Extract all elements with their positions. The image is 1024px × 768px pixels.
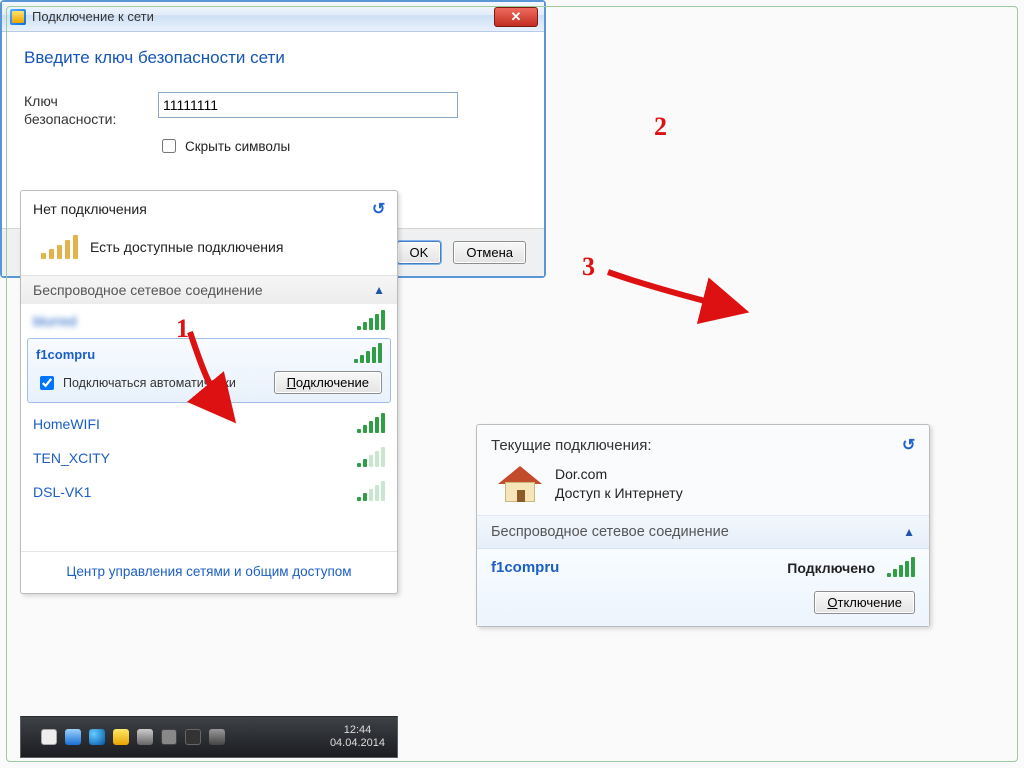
- network-item[interactable]: HomeWIFI: [21, 407, 397, 441]
- header-no-connection: Нет подключения: [33, 201, 147, 217]
- network-item-blurred[interactable]: blurred: [21, 304, 397, 338]
- signal-icon: [39, 233, 80, 261]
- current-header-row: Текущие подключения: ↻: [477, 425, 929, 461]
- annotation-2: 2: [654, 112, 667, 142]
- refresh-icon[interactable]: ↻: [372, 199, 385, 219]
- action-center-icon[interactable]: [65, 729, 81, 745]
- connected-network-name: f1compru: [491, 559, 559, 576]
- auto-connect-label: Подключаться автоматически: [63, 376, 236, 390]
- current-wireless-section[interactable]: Беспроводное сетевое соединение ▲: [477, 515, 929, 548]
- network-item-selected[interactable]: f1compru Подключаться автоматически Подк…: [27, 338, 391, 403]
- selected-network-name: f1compru: [36, 347, 95, 362]
- auto-connect-checkbox[interactable]: [40, 376, 54, 390]
- available-connections-row: Есть доступные подключения: [21, 227, 397, 275]
- hide-chars-label: Скрыть символы: [185, 139, 290, 154]
- signal-bars-icon: [357, 483, 385, 501]
- tray-expand-icon[interactable]: [41, 729, 57, 745]
- available-connections-label: Есть доступные подключения: [90, 239, 283, 255]
- annotation-1: 1: [176, 314, 189, 344]
- current-wireless-label: Беспроводное сетевое соединение: [491, 524, 729, 540]
- refresh-icon[interactable]: ↻: [902, 435, 915, 455]
- taskbar-date: 04.04.2014: [330, 737, 385, 750]
- network-center-link[interactable]: Центр управления сетями и общим доступом: [66, 564, 351, 579]
- security-key-input[interactable]: [158, 92, 458, 118]
- shield-icon: [10, 9, 26, 25]
- current-connections-flyout: Текущие подключения: ↻ Dor.com Доступ к …: [476, 424, 930, 627]
- signal-bars-icon: [887, 559, 915, 577]
- signal-bars-icon: [357, 312, 385, 330]
- signal-bars-icon: [357, 449, 385, 467]
- network-name: DSL-VK1: [33, 484, 91, 500]
- power-icon[interactable]: [137, 729, 153, 745]
- key-label: Ключ безопасности:: [24, 92, 144, 128]
- network-center-link-row: Центр управления сетями и общим доступом: [21, 551, 397, 593]
- network-name: TEN_XCITY: [33, 450, 110, 466]
- dialog-heading: Введите ключ безопасности сети: [24, 48, 522, 68]
- taskbar-clock[interactable]: 12:44 04.04.2014: [330, 724, 385, 750]
- hide-chars-checkbox[interactable]: [162, 139, 176, 153]
- current-network-row: Dor.com Доступ к Интернету: [477, 461, 929, 515]
- current-network-name: Dor.com: [555, 465, 683, 484]
- annotation-3: 3: [582, 252, 595, 282]
- dialog-titlebar[interactable]: Подключение к сети ✕: [2, 2, 544, 32]
- signal-bars-icon: [357, 415, 385, 433]
- auto-connect-checkbox-row[interactable]: Подключаться автоматически: [36, 373, 236, 393]
- volume-icon[interactable]: [209, 729, 225, 745]
- close-button[interactable]: ✕: [494, 7, 538, 27]
- dialog-title: Подключение к сети: [32, 9, 154, 24]
- taskbar: 12:44 04.04.2014: [20, 716, 398, 758]
- chevron-up-icon: ▲: [373, 283, 385, 297]
- chevron-up-icon: ▲: [903, 525, 915, 539]
- connected-network-status: Подключено: [787, 560, 875, 576]
- system-tray: [41, 729, 225, 745]
- current-network-status: Доступ к Интернету: [555, 484, 683, 503]
- signal-bars-icon: [354, 345, 382, 363]
- key-field-row: Ключ безопасности:: [24, 92, 522, 128]
- network-name-hidden: blurred: [33, 313, 77, 329]
- annotation-arrow-3: [590, 252, 760, 332]
- globe-icon[interactable]: [89, 729, 105, 745]
- home-network-icon: [499, 466, 541, 502]
- star-icon[interactable]: [113, 729, 129, 745]
- ok-button[interactable]: OK: [397, 241, 442, 264]
- hide-chars-row[interactable]: Скрыть символы: [158, 136, 522, 156]
- network-tray-icon[interactable]: [185, 729, 201, 745]
- disconnect-button[interactable]: Отключение: [814, 591, 915, 614]
- battery-icon[interactable]: [161, 729, 177, 745]
- network-name: HomeWIFI: [33, 416, 100, 432]
- close-icon: ✕: [511, 9, 522, 25]
- network-item[interactable]: DSL-VK1: [21, 475, 397, 509]
- taskbar-time: 12:44: [330, 724, 385, 737]
- connect-button[interactable]: Подключение: [274, 371, 382, 394]
- wireless-section-header[interactable]: Беспроводное сетевое соединение ▲: [21, 275, 397, 304]
- network-item[interactable]: TEN_XCITY: [21, 441, 397, 475]
- current-header: Текущие подключения:: [491, 437, 652, 454]
- network-list-flyout: Нет подключения ↻ Есть доступные подключ…: [20, 190, 398, 594]
- flyout-header: Нет подключения ↻: [21, 191, 397, 227]
- wireless-section-label: Беспроводное сетевое соединение: [33, 282, 263, 298]
- cancel-button[interactable]: Отмена: [453, 241, 526, 264]
- connected-network-item[interactable]: f1compru Подключено Отключение: [477, 548, 929, 626]
